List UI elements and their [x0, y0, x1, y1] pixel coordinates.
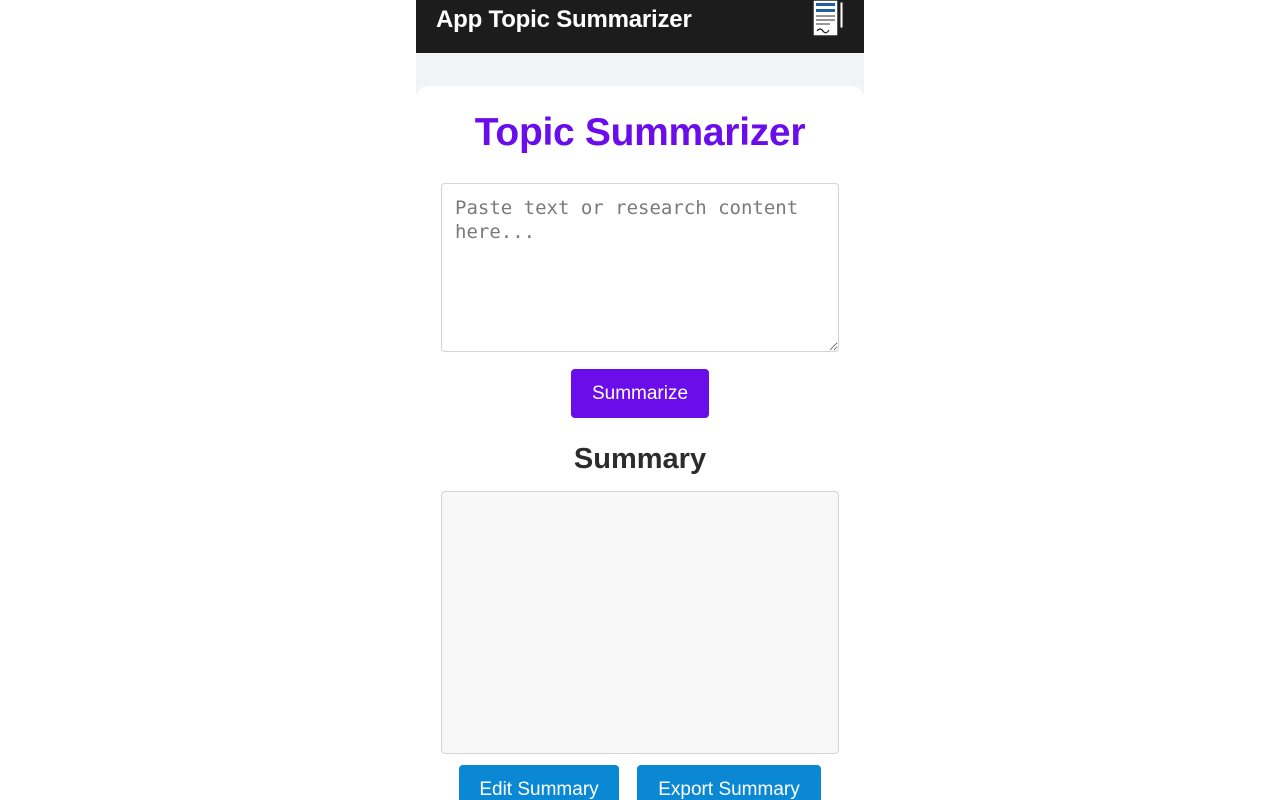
document-pen-icon: [812, 0, 844, 37]
edit-summary-button[interactable]: Edit Summary: [459, 765, 619, 800]
summary-output: [441, 491, 839, 754]
page-title: Topic Summarizer: [474, 111, 806, 154]
summary-heading: Summary: [573, 443, 707, 475]
app-bar: App Topic Summarizer: [416, 0, 864, 53]
summarizer-card: Topic Summarizer Summarize Summary Edit …: [416, 86, 864, 800]
app-bar-title: App Topic Summarizer: [436, 6, 692, 33]
export-summary-button[interactable]: Export Summary: [637, 765, 821, 800]
content-input[interactable]: [441, 183, 839, 352]
app-viewport: App Topic Summarizer Topic Summarizer Su…: [416, 0, 864, 800]
summarize-button[interactable]: Summarize: [571, 369, 709, 418]
